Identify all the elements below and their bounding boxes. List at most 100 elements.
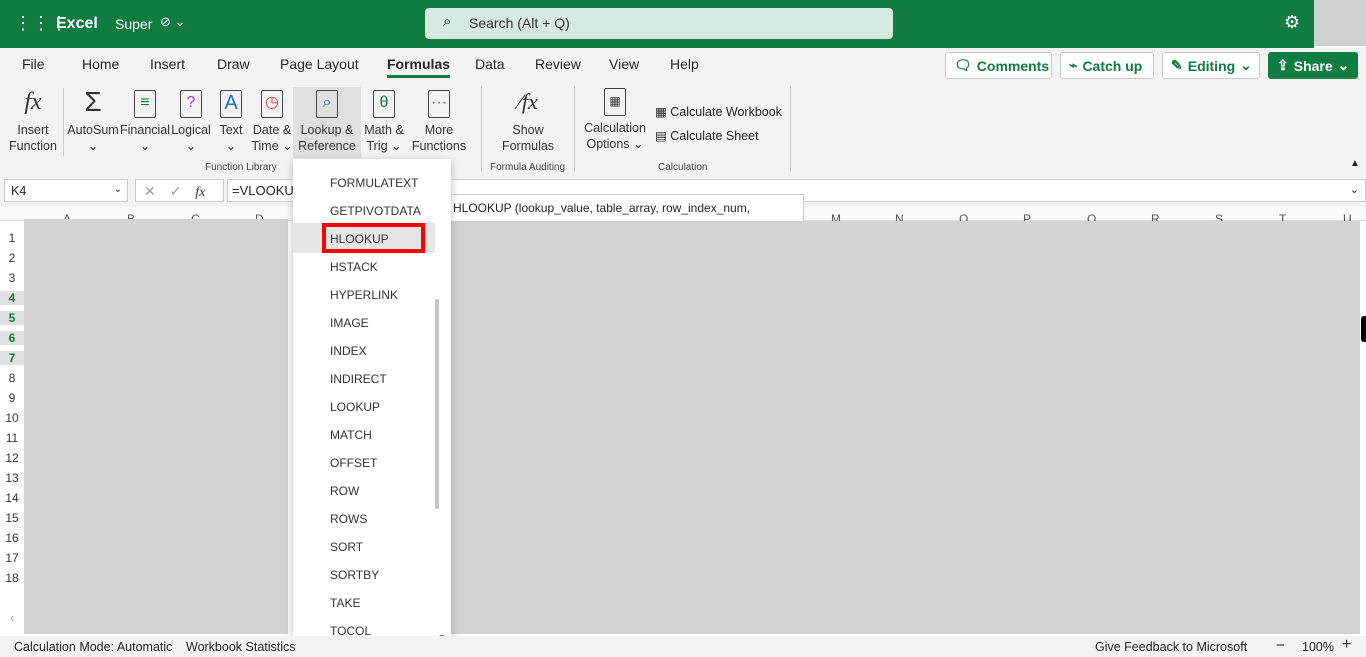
label: Insert (17, 123, 49, 137)
tab-home[interactable]: Home (82, 56, 119, 72)
row-header[interactable]: 4 (0, 291, 24, 305)
menu-item[interactable]: OFFSET (330, 456, 377, 470)
calculate-sheet-button[interactable]: ▤ Calculate Sheet (655, 128, 759, 143)
label: Calculate Sheet (670, 129, 759, 143)
menu-item[interactable]: LOOKUP (330, 400, 380, 414)
math-trig-button[interactable]: θ Math & Trig ⌄ (362, 90, 406, 154)
share-icon: ⇪ (1277, 57, 1289, 73)
menu-item[interactable]: INDIRECT (330, 372, 387, 386)
financial-button[interactable]: ≡ Financial ⌄ (120, 90, 170, 154)
menu-item[interactable]: IMAGE (330, 316, 369, 330)
workbook-statistics[interactable]: Workbook Statistics (186, 640, 296, 654)
scroll-left-icon[interactable]: ‹ (10, 610, 14, 625)
label: Time (251, 139, 279, 153)
calculate-workbook-button[interactable]: ▦ Calculate Workbook (655, 104, 782, 119)
row-header[interactable]: 1 (0, 231, 24, 245)
database-icon: ≡ (134, 90, 156, 118)
gear-icon[interactable]: ⚙ (1284, 12, 1300, 33)
cancel-icon[interactable]: ✕ (144, 183, 156, 199)
tab-help[interactable]: Help (670, 56, 699, 72)
menu-item[interactable]: GETPIVOTDATA (330, 204, 421, 218)
label: Math & (364, 123, 404, 137)
row-header[interactable]: 6 (0, 331, 24, 345)
row-header[interactable]: 8 (0, 371, 24, 385)
menu-item[interactable]: SORT (330, 540, 363, 554)
row-header[interactable]: 17 (0, 551, 24, 565)
collapse-ribbon-icon[interactable]: ▲ (1350, 158, 1360, 169)
insert-function-button[interactable]: fx Insert Function (6, 90, 60, 154)
row-header[interactable]: 14 (0, 491, 24, 505)
app-name[interactable]: Excel (56, 15, 98, 33)
name-box[interactable]: K4 ⌄ (4, 179, 128, 202)
scroll-handle[interactable] (1361, 316, 1366, 342)
menu-scrollbar[interactable] (435, 299, 439, 509)
formula-value: =VLOOKUP (232, 183, 303, 198)
menu-item[interactable]: SORTBY (330, 568, 379, 582)
pulse-icon: ⌁ (1069, 57, 1078, 73)
label: Calculate Workbook (670, 105, 782, 119)
editing-button[interactable]: ✎ Editing ⌄ (1162, 52, 1260, 79)
logical-button[interactable]: ? Logical ⌄ (170, 90, 212, 154)
row-header[interactable]: 3 (0, 271, 24, 285)
lookup-reference-button[interactable]: ⌕Lookup &Reference ⌄ (293, 87, 361, 169)
row-header[interactable]: 10 (0, 411, 24, 425)
date-time-button[interactable]: ◷ Date & Time ⌄ (250, 90, 294, 154)
zoom-level[interactable]: 100% (1302, 640, 1334, 654)
document-name[interactable]: Super (115, 16, 152, 32)
share-button[interactable]: ⇪ Share ⌄ (1268, 52, 1358, 79)
status-bar: Calculation Mode: Automatic Workbook Sta… (0, 636, 1366, 657)
menu-item[interactable]: ROW (330, 484, 359, 498)
tab-view[interactable]: View (609, 56, 639, 72)
comments-button[interactable]: 🗨 Comments (945, 52, 1052, 79)
profile-area[interactable] (1314, 0, 1366, 46)
show-formulas-button[interactable]: ⁄fx Show Formulas (495, 90, 561, 154)
row-header[interactable]: 15 (0, 511, 24, 525)
tab-draw[interactable]: Draw (217, 56, 250, 72)
tab-data[interactable]: Data (475, 56, 505, 72)
chevron-down-icon[interactable]: ⌄ (1350, 183, 1359, 196)
zoom-in-button[interactable]: + (1342, 636, 1351, 654)
clock-icon: ◷ (261, 90, 283, 118)
label: Lookup & (300, 123, 354, 137)
menu-item[interactable]: FORMULATEXT (330, 176, 418, 190)
tab-insert[interactable]: Insert (150, 56, 185, 72)
tab-formulas[interactable]: Formulas (387, 56, 451, 78)
catchup-label: Catch up (1082, 57, 1143, 74)
row-header[interactable]: 11 (0, 431, 24, 445)
row-header[interactable]: 7 (0, 351, 24, 365)
row-header[interactable]: 16 (0, 531, 24, 545)
calculation-mode[interactable]: Calculation Mode: Automatic (14, 640, 172, 654)
menu-item[interactable]: HYPERLINK (330, 288, 398, 302)
fx-icon[interactable]: fx (195, 185, 205, 200)
row-header[interactable]: 2 (0, 251, 24, 265)
menu-item[interactable]: ROWS (330, 512, 367, 526)
group-label-formula-auditing: Formula Auditing (490, 162, 566, 173)
calculator-icon: ▦ (604, 88, 626, 116)
search-input[interactable]: ⌕ Search (Alt + Q) (425, 8, 893, 39)
tab-file[interactable]: File (22, 56, 45, 72)
row-header[interactable]: 9 (0, 391, 24, 405)
feedback-link[interactable]: Give Feedback to Microsoft (1095, 640, 1247, 654)
menu-item[interactable]: HSTACK (330, 260, 378, 274)
more-functions-button[interactable]: ···MoreFunctions ⌄ (406, 90, 472, 170)
zoom-out-button[interactable]: − (1276, 637, 1285, 654)
tab-review[interactable]: Review (535, 56, 581, 72)
check-icon[interactable]: ✓ (170, 183, 182, 199)
label: Financial (120, 123, 171, 137)
catch-up-button[interactable]: ⌁ Catch up (1060, 52, 1154, 79)
calculation-options-button[interactable]: ▦ Calculation Options ⌄ (582, 88, 648, 152)
menu-item[interactable]: INDEX (330, 344, 367, 358)
label: AutoSum (67, 123, 119, 137)
chevron-down-icon[interactable]: ⊘ ⌄ (160, 14, 185, 30)
tab-page-layout[interactable]: Page Layout (280, 56, 359, 72)
menu-item[interactable]: MATCH (330, 428, 372, 442)
autosum-button[interactable]: Σ AutoSum ⌄ (66, 88, 120, 154)
menu-item[interactable]: TAKE (330, 596, 360, 610)
divider (574, 86, 575, 172)
text-button[interactable]: A Text ⌄ (214, 90, 248, 154)
row-header[interactable]: 12 (0, 451, 24, 465)
row-header[interactable]: 18 (0, 571, 24, 585)
menu-item[interactable]: HLOOKUP (330, 232, 389, 246)
row-header[interactable]: 5 (0, 311, 24, 325)
row-header[interactable]: 13 (0, 471, 24, 485)
